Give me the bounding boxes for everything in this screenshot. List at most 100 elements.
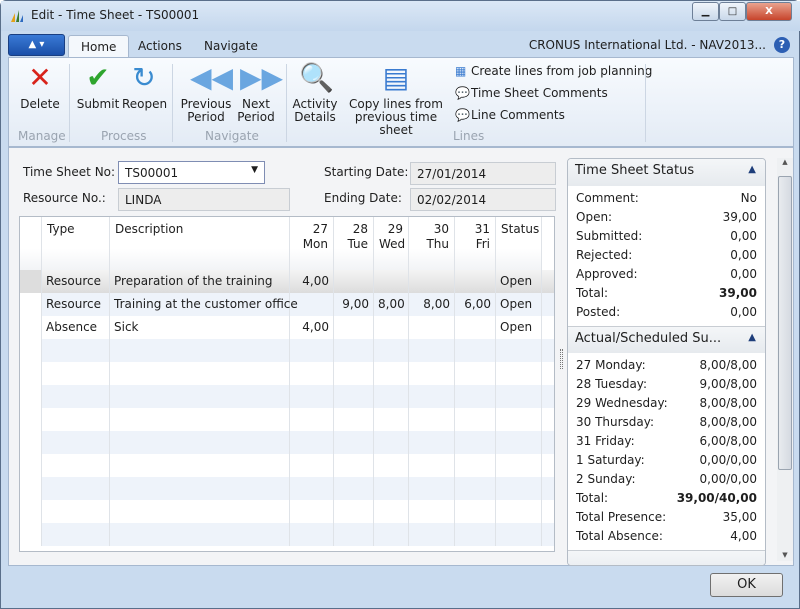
cell-day-29[interactable]: 8,00 — [374, 293, 409, 316]
cell-type[interactable] — [42, 523, 110, 546]
cell-day-27[interactable]: 4,00 — [290, 270, 334, 293]
cell-day-30[interactable] — [409, 454, 455, 477]
cell-day-31[interactable] — [455, 454, 496, 477]
activity-details-button[interactable]: 🔍 Activity Details — [291, 62, 339, 124]
cell-day-29[interactable] — [374, 454, 409, 477]
cell-day-31[interactable] — [455, 523, 496, 546]
cell-day-28[interactable] — [334, 316, 374, 339]
row-selector[interactable] — [20, 477, 42, 500]
cell-day-30[interactable] — [409, 431, 455, 454]
cell-day-30[interactable] — [409, 362, 455, 385]
cell-description[interactable] — [110, 500, 290, 523]
row-selector[interactable] — [20, 293, 42, 316]
scrollbar-thumb[interactable] — [778, 176, 792, 470]
actual-scheduled-header[interactable]: Actual/Scheduled Su... ▲ — [568, 326, 765, 353]
table-row[interactable] — [20, 523, 554, 546]
cell-day-28[interactable] — [334, 362, 374, 385]
cell-description[interactable] — [110, 523, 290, 546]
cell-type[interactable]: Resource — [42, 270, 110, 293]
cell-day-28[interactable] — [334, 270, 374, 293]
cell-type[interactable] — [42, 408, 110, 431]
row-selector[interactable] — [20, 408, 42, 431]
cell-day-27[interactable] — [290, 523, 334, 546]
cell-day-29[interactable] — [374, 477, 409, 500]
cell-type[interactable]: Resource — [42, 293, 110, 316]
cell-day-30[interactable] — [409, 316, 455, 339]
cell-day-27[interactable] — [290, 362, 334, 385]
cell-status[interactable] — [496, 408, 542, 431]
cell-status[interactable] — [496, 385, 542, 408]
cell-status[interactable] — [496, 523, 542, 546]
row-selector[interactable] — [20, 431, 42, 454]
cell-day-27[interactable] — [290, 339, 334, 362]
row-selector[interactable] — [20, 500, 42, 523]
cell-status[interactable] — [496, 500, 542, 523]
factbox-header-partial[interactable] — [568, 550, 765, 565]
collapse-icon[interactable]: ▲ — [748, 164, 756, 175]
table-row[interactable] — [20, 385, 554, 408]
table-row[interactable]: Resource Preparation of the training 4,00 O… — [20, 270, 554, 293]
cell-day-30[interactable] — [409, 385, 455, 408]
cell-day-30[interactable]: 8,00 — [409, 293, 455, 316]
cell-day-27[interactable] — [290, 385, 334, 408]
table-row[interactable]: Resource Training at the customer office 9… — [20, 293, 554, 316]
cell-day-28[interactable] — [334, 500, 374, 523]
cell-type[interactable] — [42, 500, 110, 523]
cell-day-31[interactable] — [455, 339, 496, 362]
cell-day-30[interactable] — [409, 270, 455, 293]
cell-day-28[interactable]: 9,00 — [334, 293, 374, 316]
cell-day-28[interactable] — [334, 408, 374, 431]
dropdown-arrow-icon[interactable]: ▼ — [251, 165, 258, 175]
previous-period-button[interactable]: ◀◀ Previous Period — [179, 62, 233, 124]
delete-button[interactable]: ✕ Delete — [15, 62, 65, 111]
column-header-day-30[interactable]: 30 Thu — [409, 217, 455, 270]
row-selector[interactable] — [20, 362, 42, 385]
table-row[interactable] — [20, 408, 554, 431]
close-button[interactable]: X — [746, 2, 792, 21]
cell-type[interactable] — [42, 339, 110, 362]
table-row[interactable] — [20, 362, 554, 385]
cell-status[interactable] — [496, 431, 542, 454]
cell-day-28[interactable] — [334, 523, 374, 546]
row-selector[interactable] — [20, 454, 42, 477]
cell-status[interactable] — [496, 454, 542, 477]
cell-day-31[interactable] — [455, 477, 496, 500]
column-header-day-28[interactable]: 28 Tue — [334, 217, 374, 270]
time-sheet-comments-button[interactable]: 💬Time Sheet Comments — [455, 86, 608, 100]
cell-day-30[interactable] — [409, 477, 455, 500]
cell-day-27[interactable] — [290, 408, 334, 431]
column-header-day-31[interactable]: 31 Fri — [455, 217, 496, 270]
maximize-button[interactable]: □ — [719, 2, 746, 21]
cell-day-30[interactable] — [409, 523, 455, 546]
create-lines-button[interactable]: ▦ Create lines from job planning — [455, 64, 652, 78]
column-header-description[interactable]: Description — [110, 217, 290, 270]
time-sheet-status-header[interactable]: Time Sheet Status ▲ — [568, 159, 765, 186]
cell-type[interactable] — [42, 454, 110, 477]
cell-day-29[interactable] — [374, 408, 409, 431]
splitter-handle[interactable] — [560, 349, 563, 369]
cell-day-30[interactable] — [409, 339, 455, 362]
cell-day-29[interactable] — [374, 270, 409, 293]
cell-description[interactable]: Sick — [110, 316, 290, 339]
cell-description[interactable]: Preparation of the training — [110, 270, 290, 293]
row-selector[interactable] — [20, 270, 42, 293]
cell-description[interactable]: Training at the customer office — [110, 293, 298, 316]
cell-status[interactable]: Open — [496, 270, 542, 293]
cell-status[interactable] — [496, 477, 542, 500]
cell-day-29[interactable] — [374, 431, 409, 454]
table-row[interactable] — [20, 500, 554, 523]
table-row[interactable] — [20, 477, 554, 500]
cell-day-31[interactable]: 6,00 — [455, 293, 496, 316]
cell-day-28[interactable] — [334, 454, 374, 477]
cell-description[interactable] — [110, 454, 290, 477]
cell-type[interactable] — [42, 431, 110, 454]
tab-home[interactable]: Home — [68, 35, 130, 58]
tab-actions[interactable]: Actions — [126, 35, 194, 58]
application-menu-button[interactable]: ▲ ▾ — [8, 34, 65, 56]
cell-type[interactable]: Absence — [42, 316, 110, 339]
cell-day-31[interactable] — [455, 316, 496, 339]
cell-day-28[interactable] — [334, 385, 374, 408]
cell-day-28[interactable] — [334, 477, 374, 500]
table-row[interactable] — [20, 339, 554, 362]
time-sheet-no-field[interactable]: TS00001 ▼ — [118, 161, 265, 184]
